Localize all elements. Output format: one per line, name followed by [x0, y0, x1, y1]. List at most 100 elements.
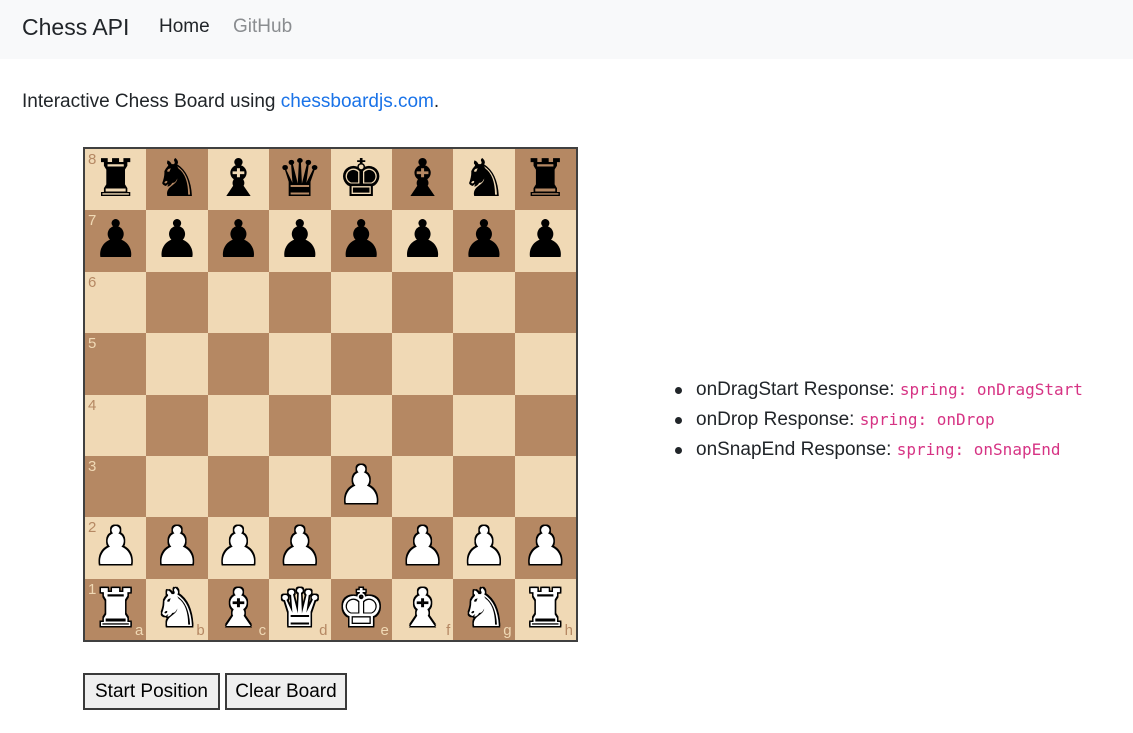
white-knight-icon[interactable]: ♞: [146, 579, 207, 640]
square-c4[interactable]: [207, 394, 270, 456]
square-h1[interactable]: h ♜: [514, 578, 576, 640]
chessboardjs-link[interactable]: chessboardjs.com: [281, 91, 434, 112]
square-b8[interactable]: ♞: [146, 149, 208, 211]
black-bishop-icon[interactable]: ♝: [392, 149, 453, 210]
square-g6[interactable]: [453, 271, 515, 334]
black-queen-icon[interactable]: ♛: [269, 149, 330, 210]
navbar-brand[interactable]: Chess API: [22, 12, 129, 42]
square-e3[interactable]: ♟: [330, 455, 392, 518]
square-d7[interactable]: ♟: [269, 210, 331, 272]
square-h8[interactable]: ♜: [514, 149, 576, 211]
white-pawn-icon[interactable]: ♟: [331, 456, 392, 517]
white-rook-icon[interactable]: ♜: [515, 579, 576, 640]
black-pawn-icon[interactable]: ♟: [515, 210, 576, 271]
white-king-icon[interactable]: ♚: [331, 579, 392, 640]
black-pawn-icon[interactable]: ♟: [85, 210, 146, 271]
square-a8[interactable]: 8 ♜: [85, 149, 147, 211]
black-pawn-icon[interactable]: ♟: [208, 210, 269, 271]
square-g8[interactable]: ♞: [453, 149, 515, 211]
square-f2[interactable]: ♟: [391, 517, 454, 579]
square-d6[interactable]: [269, 271, 331, 334]
black-rook-icon[interactable]: ♜: [515, 149, 576, 210]
white-pawn-icon[interactable]: ♟: [85, 517, 146, 578]
square-e8[interactable]: ♚: [330, 149, 392, 211]
black-king-icon[interactable]: ♚: [331, 149, 392, 210]
black-bishop-icon[interactable]: ♝: [208, 149, 269, 210]
black-pawn-icon[interactable]: ♟: [331, 210, 392, 271]
white-pawn-icon[interactable]: ♟: [269, 517, 330, 578]
square-d8[interactable]: ♛: [269, 149, 331, 211]
black-rook-icon[interactable]: ♜: [85, 149, 146, 210]
square-d3[interactable]: [269, 455, 331, 518]
square-e5[interactable]: [330, 333, 392, 395]
square-a4[interactable]: 4: [85, 394, 147, 456]
square-g3[interactable]: [453, 455, 515, 518]
square-d2[interactable]: ♟: [269, 517, 331, 579]
square-g2[interactable]: ♟: [453, 517, 515, 579]
black-knight-icon[interactable]: ♞: [146, 149, 207, 210]
square-g7[interactable]: ♟: [453, 210, 515, 272]
clear-board-button[interactable]: Clear Board: [225, 673, 347, 710]
square-h3[interactable]: [514, 455, 576, 518]
square-c6[interactable]: [207, 271, 270, 334]
square-f5[interactable]: [391, 333, 454, 395]
black-pawn-icon[interactable]: ♟: [392, 210, 453, 271]
square-e1[interactable]: e ♚: [330, 578, 392, 640]
black-pawn-icon[interactable]: ♟: [146, 210, 207, 271]
square-h7[interactable]: ♟: [514, 210, 576, 272]
square-b2[interactable]: ♟: [146, 517, 208, 579]
square-b6[interactable]: [146, 271, 208, 334]
square-a2[interactable]: 2 ♟: [85, 517, 147, 579]
square-a6[interactable]: 6: [85, 271, 147, 334]
square-c7[interactable]: ♟: [207, 210, 270, 272]
chessboard[interactable]: 8 ♜ ♞ ♝ ♛ ♚ ♝ ♞ ♜ 7 ♟ ♟ ♟ ♟ ♟ ♟ ♟ ♟ 6 5 4 3 ♟ 2 ♟ ♟ ♟ ♟ ♟ ♟ ♟ 1 a ♜ b ♞ c ♝ d ♛…: [83, 147, 578, 642]
white-bishop-icon[interactable]: ♝: [392, 579, 453, 640]
nav-link-github[interactable]: GitHub: [233, 15, 292, 39]
square-g1[interactable]: g ♞: [453, 578, 515, 640]
square-d5[interactable]: [269, 333, 331, 395]
white-pawn-icon[interactable]: ♟: [208, 517, 269, 578]
white-bishop-icon[interactable]: ♝: [208, 579, 269, 640]
black-knight-icon[interactable]: ♞: [453, 149, 514, 210]
square-f8[interactable]: ♝: [391, 149, 454, 211]
black-pawn-icon[interactable]: ♟: [269, 210, 330, 271]
square-a1[interactable]: 1 a ♜: [85, 578, 147, 640]
square-g4[interactable]: [453, 394, 515, 456]
black-pawn-icon[interactable]: ♟: [453, 210, 514, 271]
square-f1[interactable]: f ♝: [391, 578, 454, 640]
white-pawn-icon[interactable]: ♟: [146, 517, 207, 578]
square-f7[interactable]: ♟: [391, 210, 454, 272]
square-c3[interactable]: [207, 455, 270, 518]
square-h6[interactable]: [514, 271, 576, 334]
square-e7[interactable]: ♟: [330, 210, 392, 272]
white-queen-icon[interactable]: ♛: [269, 579, 330, 640]
start-position-button[interactable]: Start Position: [83, 673, 220, 710]
square-g5[interactable]: [453, 333, 515, 395]
square-b3[interactable]: [146, 455, 208, 518]
square-b7[interactable]: ♟: [146, 210, 208, 272]
square-e2[interactable]: [330, 517, 392, 579]
square-c5[interactable]: [207, 333, 270, 395]
nav-link-home[interactable]: Home: [159, 15, 210, 39]
square-f3[interactable]: [391, 455, 454, 518]
square-e6[interactable]: [330, 271, 392, 334]
square-f6[interactable]: [391, 271, 454, 334]
square-d4[interactable]: [269, 394, 331, 456]
square-a3[interactable]: 3: [85, 455, 147, 518]
square-c8[interactable]: ♝: [207, 149, 270, 211]
white-knight-icon[interactable]: ♞: [453, 579, 514, 640]
white-pawn-icon[interactable]: ♟: [515, 517, 576, 578]
square-h4[interactable]: [514, 394, 576, 456]
square-e4[interactable]: [330, 394, 392, 456]
square-b4[interactable]: [146, 394, 208, 456]
square-h5[interactable]: [514, 333, 576, 395]
white-rook-icon[interactable]: ♜: [85, 579, 146, 640]
white-pawn-icon[interactable]: ♟: [392, 517, 453, 578]
square-b5[interactable]: [146, 333, 208, 395]
square-h2[interactable]: ♟: [514, 517, 576, 579]
square-a7[interactable]: 7 ♟: [85, 210, 147, 272]
square-f4[interactable]: [391, 394, 454, 456]
square-b1[interactable]: b ♞: [146, 578, 208, 640]
square-a5[interactable]: 5: [85, 333, 147, 395]
square-d1[interactable]: d ♛: [269, 578, 331, 640]
